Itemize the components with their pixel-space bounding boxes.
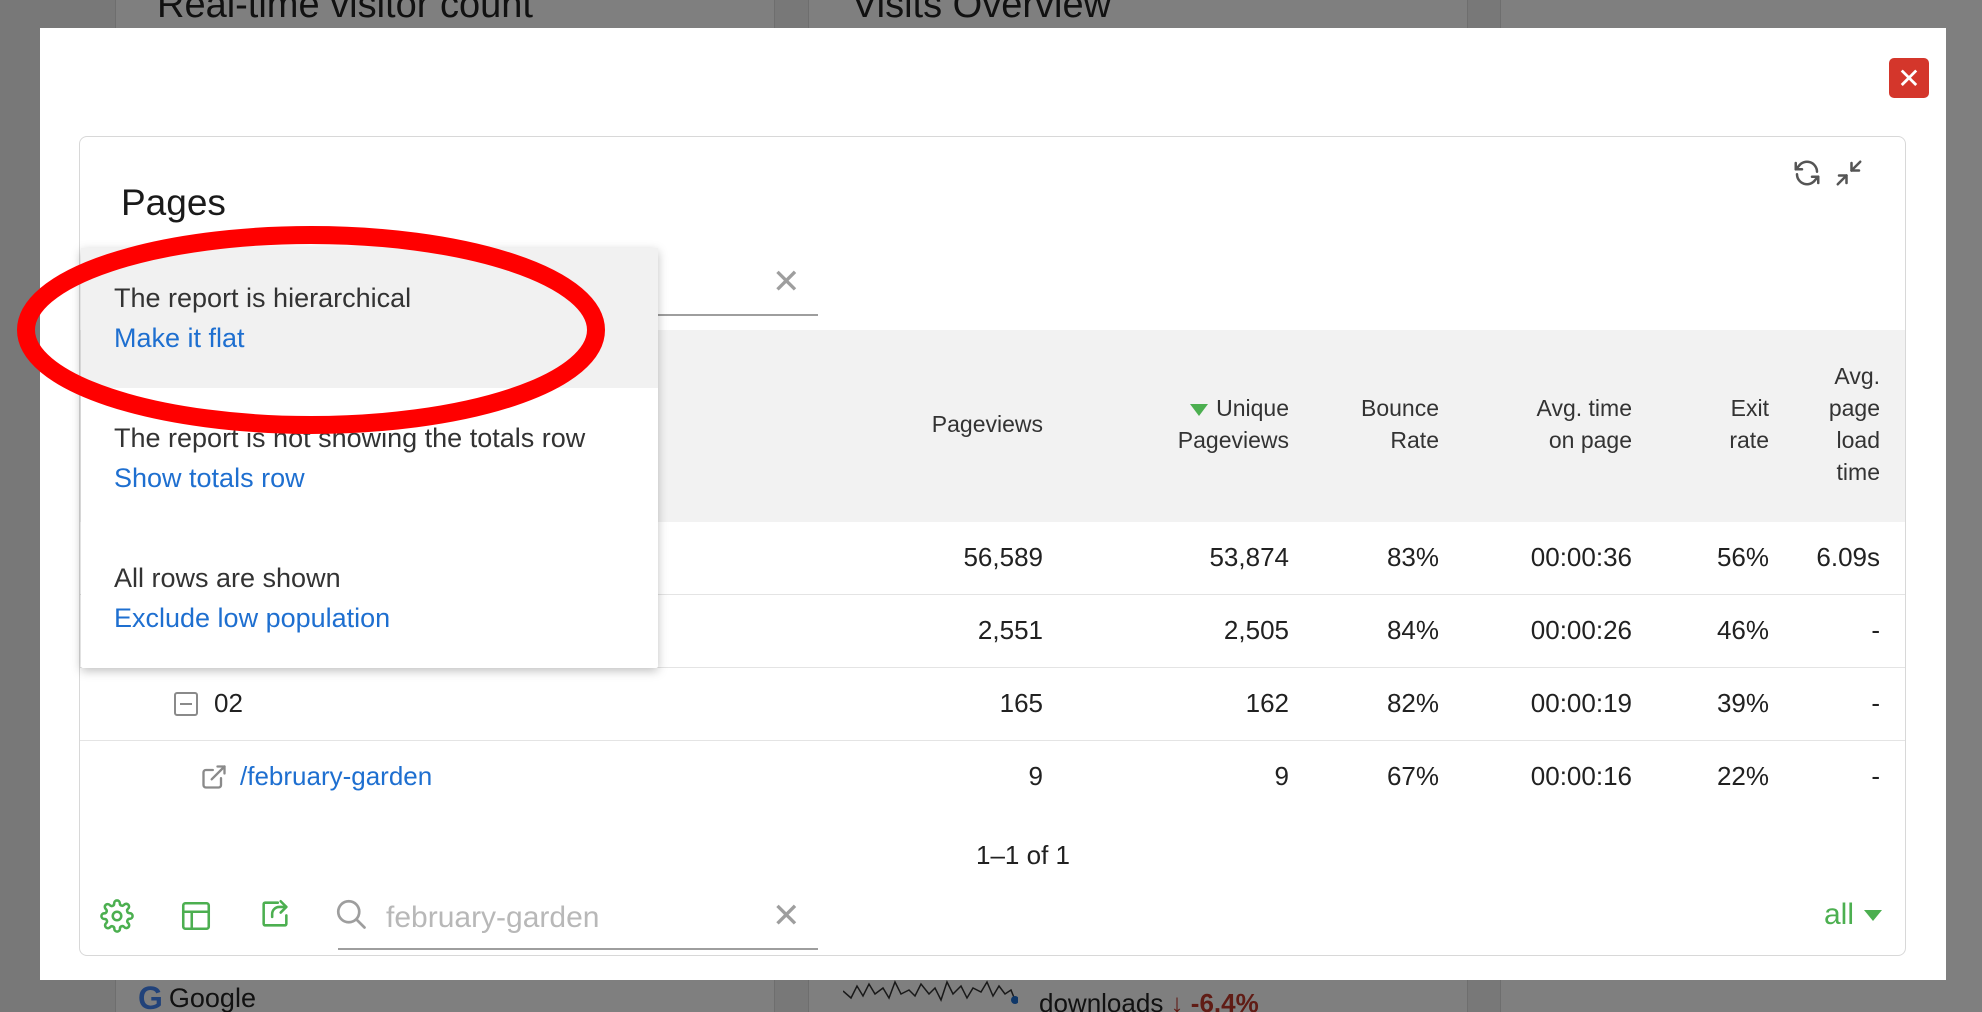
popover-section-totals: The report is not showing the totals row… [81,388,658,528]
page-url-link[interactable]: /february-garden [240,761,432,792]
cell-load-time: - [1871,615,1880,645]
popover-section-rows: All rows are shown Exclude low populatio… [81,528,658,668]
cell-bounce-rate: 67% [1386,761,1439,791]
popover-section-hierarchy: The report is hierarchical Make it flat [81,248,658,388]
collapse-row-icon[interactable] [174,691,198,716]
report-options-popover: The report is hierarchical Make it flat … [81,248,658,668]
gear-icon[interactable] [100,899,134,933]
row-limit-value: all [1824,898,1855,931]
hierarchy-status-text: The report is hierarchical [114,283,412,313]
col-header-avg-load-time[interactable]: Avg. page load time [1829,360,1880,488]
cell-unique-pageviews: 53,874 [1209,542,1289,572]
cell-avg-time: 00:00:19 [1530,688,1632,718]
col-header-unique-pageviews[interactable]: Unique Pageviews [1178,392,1289,456]
cell-load-time: 6.09s [1816,542,1880,572]
top-search-clear-icon[interactable]: ✕ [772,262,801,302]
cell-load-time: - [1871,761,1880,791]
clear-search-icon[interactable]: ✕ [772,896,801,936]
collapse-icon[interactable] [1834,158,1864,188]
col-header-avg-time[interactable]: Avg. time on page [1537,392,1632,456]
cell-pageviews: 9 [1028,761,1043,791]
row-limit-select[interactable]: all [1824,898,1883,932]
rows-status-text: All rows are shown [114,563,341,593]
cell-pageviews: 165 [999,688,1043,718]
cell-exit-rate: 46% [1716,615,1769,645]
col-header-bounce-rate[interactable]: Bounce Rate [1361,392,1439,456]
row-label[interactable]: /february-garden [200,761,432,792]
cell-pageviews: 2,551 [977,615,1043,645]
col-header-pageviews[interactable]: Pageviews [932,408,1043,440]
table-row[interactable]: 02 165 162 82% 00:00:19 39% - [80,668,1905,741]
row-label[interactable]: 02 [174,688,243,719]
search-icon [336,899,366,929]
pagination-info: 1–1 of 1 [976,840,1070,870]
cell-pageviews: 56,589 [963,542,1043,572]
widget-title: Pages [121,182,226,223]
cell-exit-rate: 22% [1716,761,1769,791]
cell-bounce-rate: 84% [1386,615,1439,645]
exclude-low-population-link[interactable]: Exclude low population [114,598,658,638]
refresh-icon[interactable] [1792,158,1822,188]
table-row[interactable]: /february-garden 9 9 67% 00:00:16 22% - [80,741,1905,814]
cell-bounce-rate: 83% [1386,542,1439,572]
cell-avg-time: 00:00:36 [1530,542,1632,572]
external-link-icon[interactable] [200,763,228,791]
chevron-down-icon [1864,909,1883,921]
cell-exit-rate: 56% [1716,542,1769,572]
make-flat-link[interactable]: Make it flat [114,318,658,358]
cell-bounce-rate: 82% [1386,688,1439,718]
close-icon: ✕ [1897,62,1921,94]
cell-unique-pageviews: 9 [1274,761,1289,791]
sort-desc-icon [1190,403,1209,416]
export-icon[interactable] [258,897,292,931]
col-header-exit-rate[interactable]: Exit rate [1729,392,1769,456]
row-label-text: 02 [214,688,243,718]
cell-unique-pageviews: 2,505 [1223,615,1289,645]
modal-close-button[interactable]: ✕ [1889,58,1929,98]
search-underline [338,948,818,950]
show-totals-link[interactable]: Show totals row [114,458,658,498]
totals-status-text: The report is not showing the totals row [114,423,586,453]
cell-avg-time: 00:00:26 [1530,615,1632,645]
search-input[interactable] [386,898,766,938]
cell-avg-time: 00:00:16 [1530,761,1632,791]
table-icon[interactable] [179,899,213,933]
cell-exit-rate: 39% [1716,688,1769,718]
cell-load-time: - [1871,688,1880,718]
cell-unique-pageviews: 162 [1245,688,1289,718]
